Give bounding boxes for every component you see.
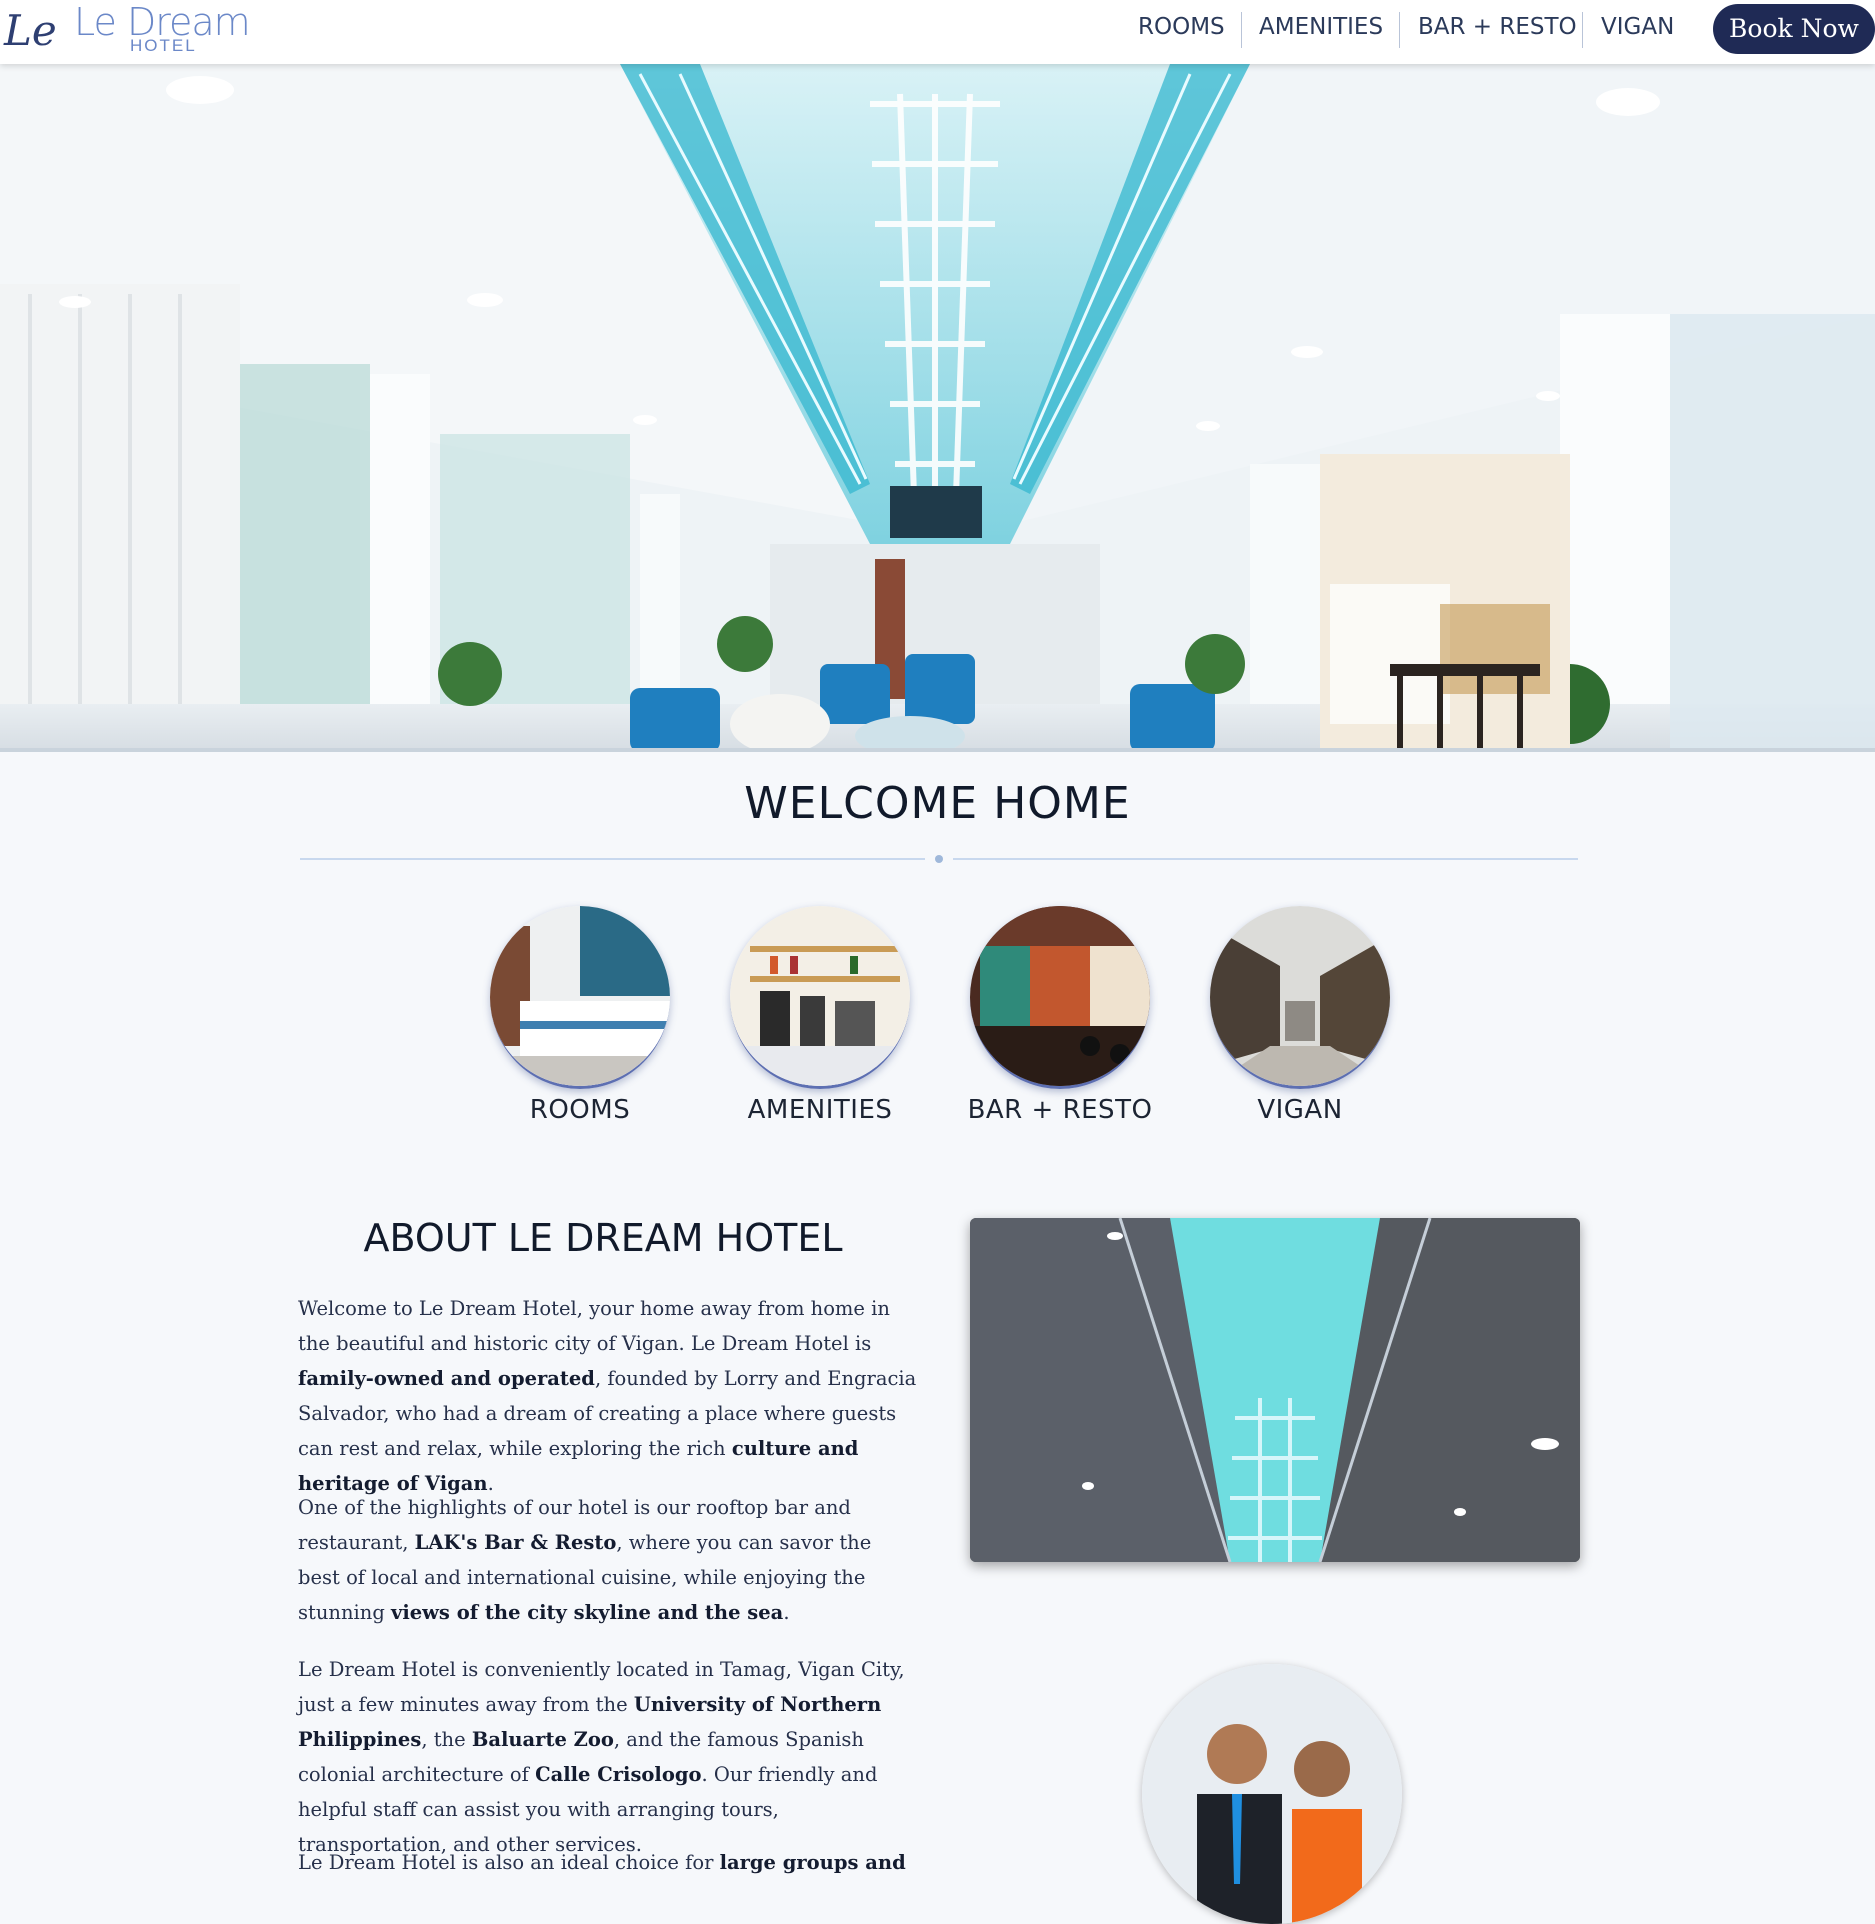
text-run: . [783,1601,790,1624]
text-emphasis: large groups and [719,1851,906,1874]
bar-resto-thumbnail[interactable] [970,906,1150,1089]
text-emphasis: views of the city skyline and the sea [391,1601,784,1624]
text-emphasis: LAK's Bar & Resto [414,1531,617,1554]
feature-vigan-label: VIGAN [1257,1095,1343,1125]
section-divider-right [953,858,1578,860]
about-heading: ABOUT LE DREAM HOTEL [363,1216,843,1260]
text-emphasis: Baluarte Zoo [471,1728,614,1751]
text-emphasis: Calle Crisologo [535,1763,702,1786]
hotel-logo[interactable]: Le Le Dream HOTEL [4,0,251,60]
owners-photo [1142,1664,1402,1924]
amenities-thumbnail[interactable] [730,906,910,1089]
welcome-heading: WELCOME HOME [744,778,1131,829]
feature-amenities[interactable]: AMENITIES [700,906,940,1125]
nav-divider [1582,12,1583,48]
rooms-thumbnail[interactable] [490,906,670,1089]
text-run: Welcome to Le Dream Hotel, your home awa… [298,1297,890,1355]
feature-rooms-label: ROOMS [529,1095,631,1125]
about-paragraph-4: Le Dream Hotel is also an ideal choice f… [298,1845,918,1880]
text-run: Le Dream Hotel is also an ideal choice f… [298,1851,720,1874]
feature-bar-resto-label: BAR + RESTO [967,1095,1153,1125]
hero-lobby-image [0,64,1875,752]
about-paragraph-1: Welcome to Le Dream Hotel, your home awa… [298,1291,918,1501]
about-paragraph-2: One of the highlights of our hotel is ou… [298,1490,918,1630]
nav-divider [1241,12,1242,48]
logo-monogram: Le [4,6,57,55]
nav-bar-resto[interactable]: BAR + RESTO [1418,14,1577,40]
text-run: , the [421,1728,472,1751]
section-divider-left [300,858,925,860]
site-header: Le Le Dream HOTEL ROOMS AMENITIES BAR + … [0,0,1875,64]
feature-vigan[interactable]: VIGAN [1180,906,1420,1125]
logo-subtitle: HOTEL [130,36,197,55]
feature-amenities-label: AMENITIES [747,1095,893,1125]
about-paragraph-3: Le Dream Hotel is conveniently located i… [298,1652,918,1862]
feature-rooms[interactable]: ROOMS [460,906,700,1125]
text-emphasis: family-owned and operated [298,1367,595,1390]
vigan-thumbnail[interactable] [1210,906,1390,1089]
book-now-button[interactable]: Book Now [1713,4,1875,54]
section-divider-dot [935,855,943,863]
nav-rooms[interactable]: ROOMS [1138,14,1225,40]
nav-divider [1399,12,1400,48]
atrium-photo [970,1218,1580,1562]
feature-bar-resto[interactable]: BAR + RESTO [940,906,1180,1125]
nav-amenities[interactable]: AMENITIES [1259,14,1383,40]
nav-vigan[interactable]: VIGAN [1601,14,1674,40]
